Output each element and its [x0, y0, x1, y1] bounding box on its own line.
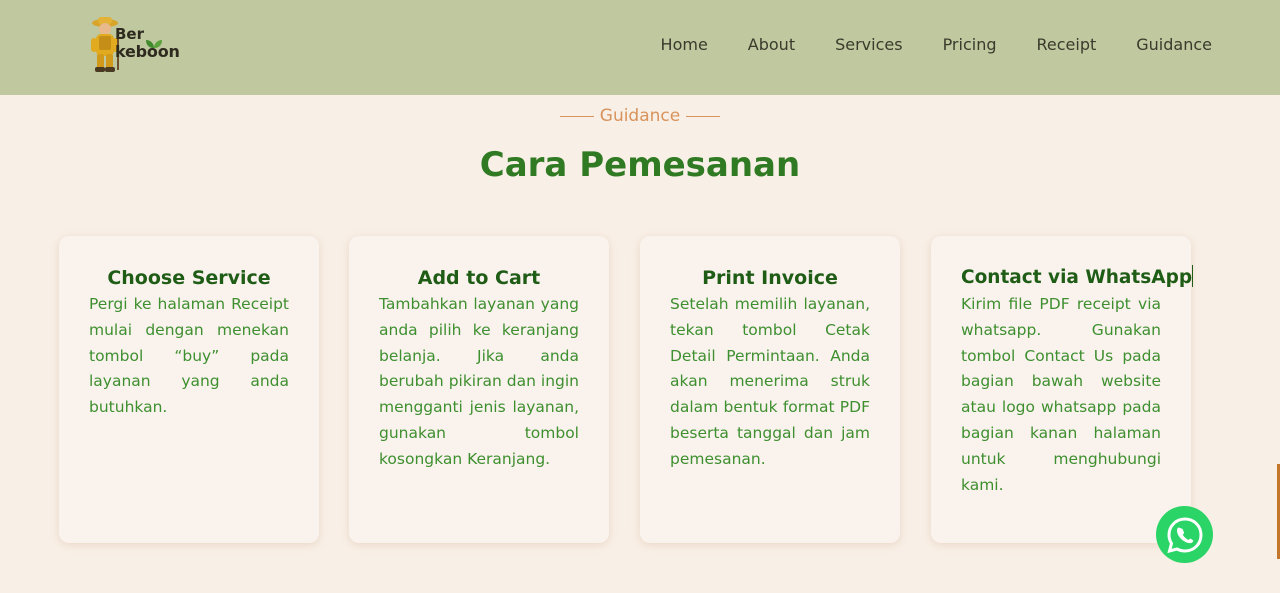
text-caret — [1192, 265, 1194, 287]
nav-home[interactable]: Home — [661, 35, 708, 54]
guide-card-choose-service: Choose Service Pergi ke halaman Receipt … — [59, 236, 319, 543]
guide-card-add-to-cart: Add to Cart Tambahkan layanan yang anda … — [349, 236, 609, 543]
card-text: Pergi ke halaman Receipt mulai dengan me… — [89, 295, 289, 417]
card-title: Contact via WhatsApp — [961, 264, 1194, 292]
leaf-icon — [146, 40, 162, 48]
guide-card-contact-whatsapp: Contact via WhatsApp Kirim file PDF rece… — [931, 236, 1194, 543]
card-text: Kirim file PDF receipt via whatsapp. Gun… — [961, 295, 1161, 494]
whatsapp-button[interactable] — [1156, 506, 1213, 563]
whatsapp-icon — [1166, 516, 1203, 553]
card-text: Setelah memilih layanan, tekan tombol Ce… — [670, 295, 870, 468]
nav-receipt[interactable]: Receipt — [1037, 35, 1097, 54]
card-text: Tambahkan layanan yang anda pilih ke ker… — [379, 295, 579, 468]
navbar: Ber keboon Home About Services Pricing R… — [0, 0, 1280, 95]
section-title: Cara Pemesanan — [479, 145, 801, 185]
kicker-text: Guidance — [599, 106, 681, 126]
card-title-text: Contact via WhatsApp — [961, 267, 1193, 288]
kicker-line-left — [559, 115, 594, 117]
card-title: Add to Cart — [417, 267, 541, 289]
card-title: Choose Service — [107, 267, 271, 289]
nav-about[interactable]: About — [748, 35, 795, 54]
main-nav: Home About Services Pricing Receipt Guid… — [661, 35, 1212, 54]
nav-services[interactable]: Services — [835, 35, 902, 54]
guide-card-print-invoice: Print Invoice Setelah memilih layanan, t… — [640, 236, 900, 543]
nav-guidance[interactable]: Guidance — [1136, 35, 1212, 54]
nav-pricing[interactable]: Pricing — [943, 35, 997, 54]
brand-logo[interactable]: Ber keboon — [88, 14, 180, 74]
card-title: Print Invoice — [702, 267, 838, 289]
kicker-line-right — [686, 115, 721, 117]
section-kicker: Guidance — [0, 106, 1280, 126]
